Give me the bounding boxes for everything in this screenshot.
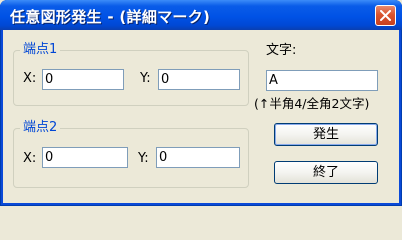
text-input[interactable]: A — [266, 70, 378, 91]
dialog-body: 端点1 X: 0 Y: 0 端点2 X: 0 Y: 0 文字: A (↑半角4/… — [3, 30, 399, 203]
dialog-window: 任意図形発生 - (詳細マーク) 端点1 X: 0 Y: 0 端点2 X: 0 … — [0, 0, 402, 206]
close-icon — [380, 10, 391, 21]
text-label: 文字: — [266, 43, 297, 58]
point1-y-input[interactable]: 0 — [158, 69, 240, 90]
point2-x-label: X: — [23, 151, 37, 166]
point2-legend: 端点2 — [20, 120, 61, 136]
title-bar[interactable]: 任意図形発生 - (詳細マーク) — [0, 0, 402, 30]
point2-x-input[interactable]: 0 — [42, 147, 128, 168]
point1-x-label: X: — [23, 71, 37, 86]
window-title: 任意図形発生 - (詳細マーク) — [10, 8, 211, 26]
point1-x-input[interactable]: 0 — [42, 69, 124, 90]
point1-y-label: Y: — [140, 71, 151, 86]
generate-button[interactable]: 発生 — [274, 123, 378, 146]
point1-legend: 端点1 — [20, 42, 61, 58]
close-button[interactable] — [375, 5, 396, 26]
point2-group: 端点2 X: 0 Y: 0 — [13, 120, 249, 188]
point2-y-label: Y: — [138, 151, 149, 166]
exit-button[interactable]: 終了 — [274, 161, 378, 184]
point2-y-input[interactable]: 0 — [156, 147, 240, 168]
text-hint: (↑半角4/全角2文字) — [254, 96, 370, 111]
point1-group: 端点1 X: 0 Y: 0 — [13, 42, 249, 106]
